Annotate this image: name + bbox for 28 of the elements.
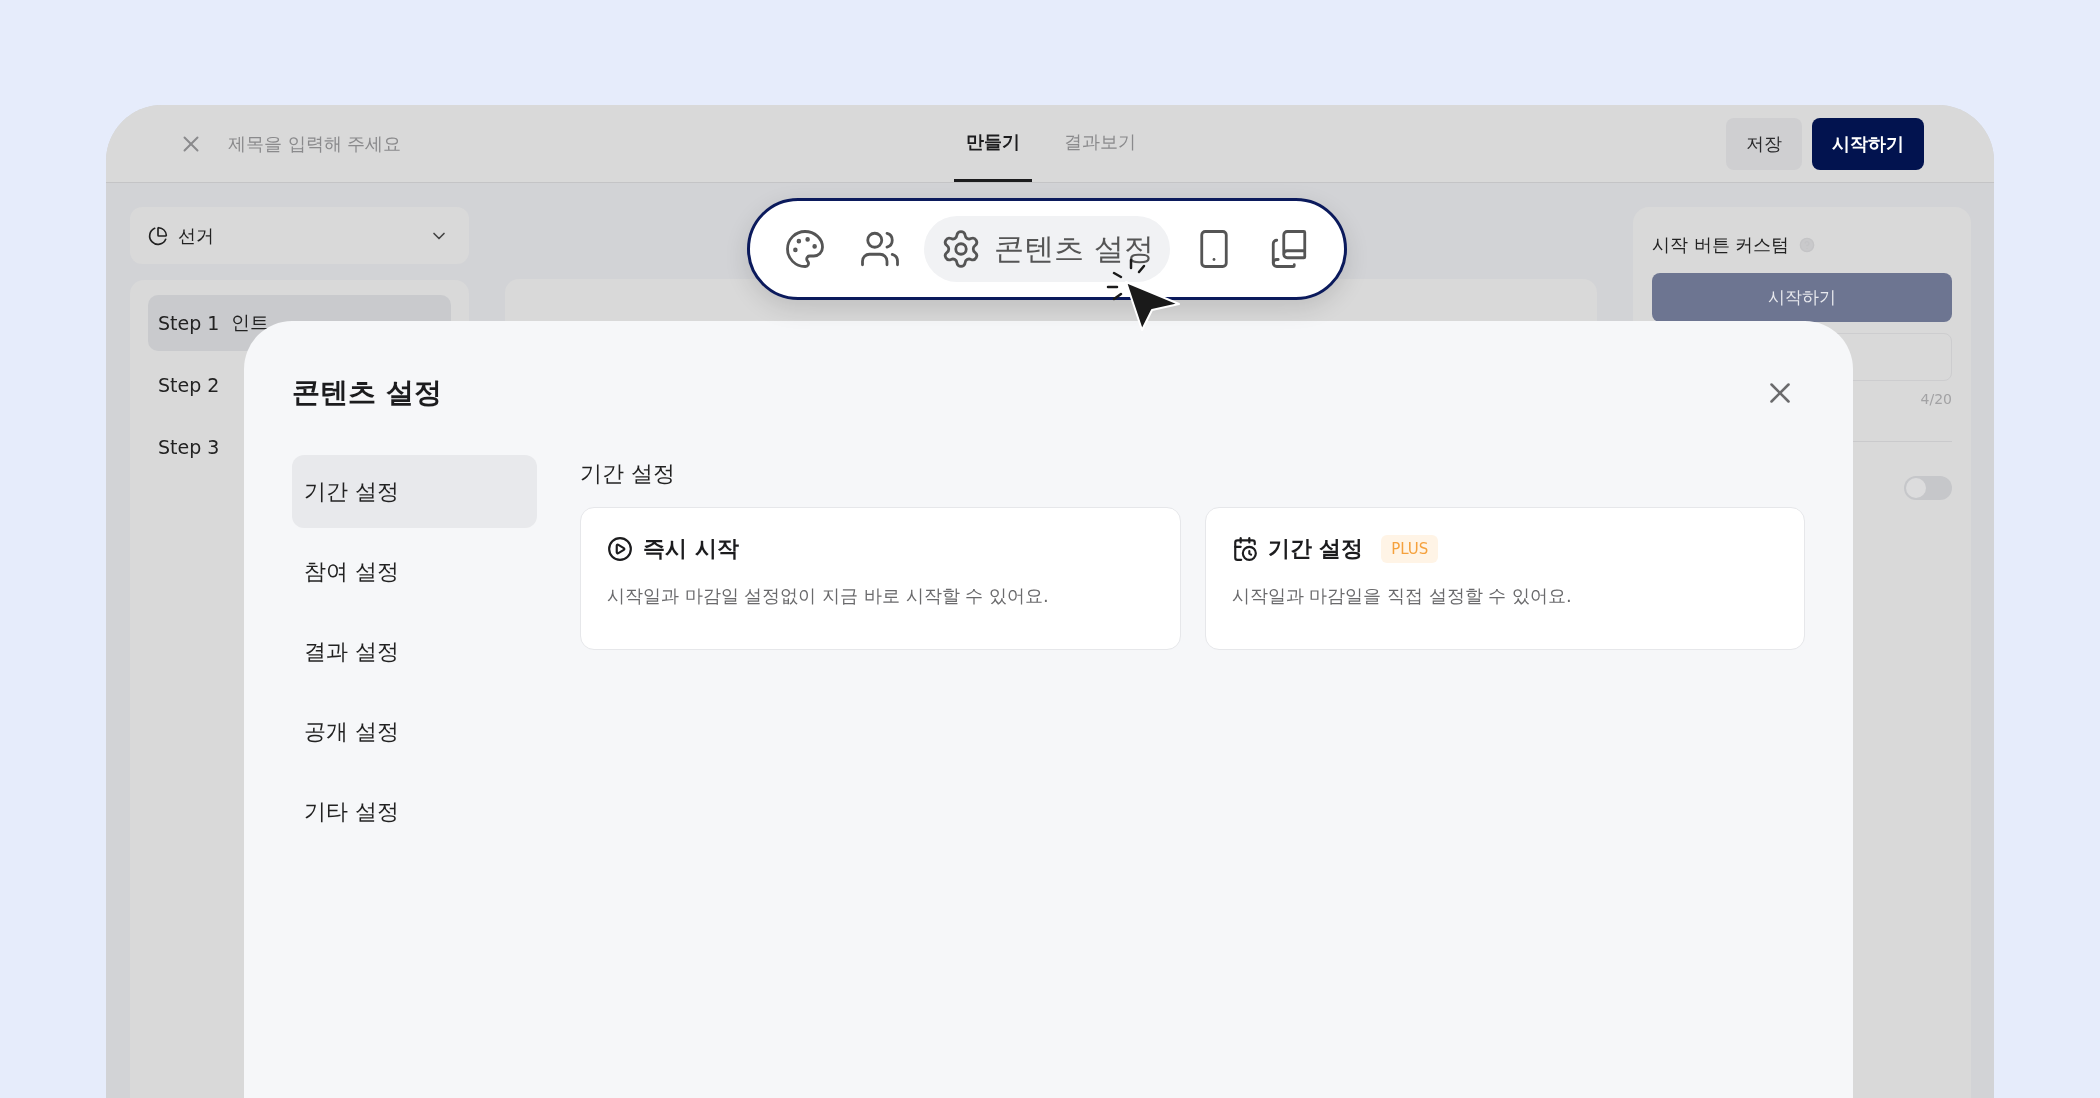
step-number: Step 3 [158,436,220,458]
nav-item[interactable]: 결과 설정 [292,615,537,688]
option-description: 시작일과 마감일 설정없이 지금 바로 시작할 수 있어요. [607,584,1050,608]
option-card[interactable]: 즉시 시작 시작일과 마감일 설정없이 지금 바로 시작할 수 있어요. [580,507,1181,650]
option-card[interactable]: 기간 설정 PLUS 시작일과 마감일을 직접 설정할 수 있어요. [1204,507,1805,650]
start-button-preview[interactable]: 시작하기 [1652,273,1952,322]
play-icon [607,536,633,562]
calendar-clock-icon [1231,536,1258,562]
category-dropdown[interactable]: 선거 [130,207,469,264]
step-title: 인트 [231,310,270,335]
option-title: 즉시 시작 [643,535,739,563]
tab[interactable]: 만들기 [954,105,1032,182]
pie-chart-icon [148,225,168,246]
modal-title: 콘텐츠 설정 [292,375,442,411]
settings-tool-button[interactable]: 콘텐츠 설정 [924,216,1170,282]
palette-icon [784,228,826,270]
section-title: 기간 설정 [580,460,676,488]
save-button[interactable]: 저장 [1726,117,1802,170]
nav-item[interactable]: 공개 설정 [292,695,537,768]
option-description: 시작일과 마감일을 직접 설정할 수 있어요. [1231,584,1573,608]
option-title: 기간 설정 [1267,535,1364,563]
plan-badge: PLUS [1381,535,1439,563]
step-number: Step 1 [158,312,220,334]
nav-item[interactable]: 기간 설정 [292,455,537,528]
nav-item[interactable]: 참여 설정 [292,535,537,608]
nav-item[interactable]: 기타 설정 [292,775,537,848]
start-button[interactable]: 시작하기 [1812,117,1924,170]
panel-title: 시작 버튼 커스텀 [1652,233,1790,257]
